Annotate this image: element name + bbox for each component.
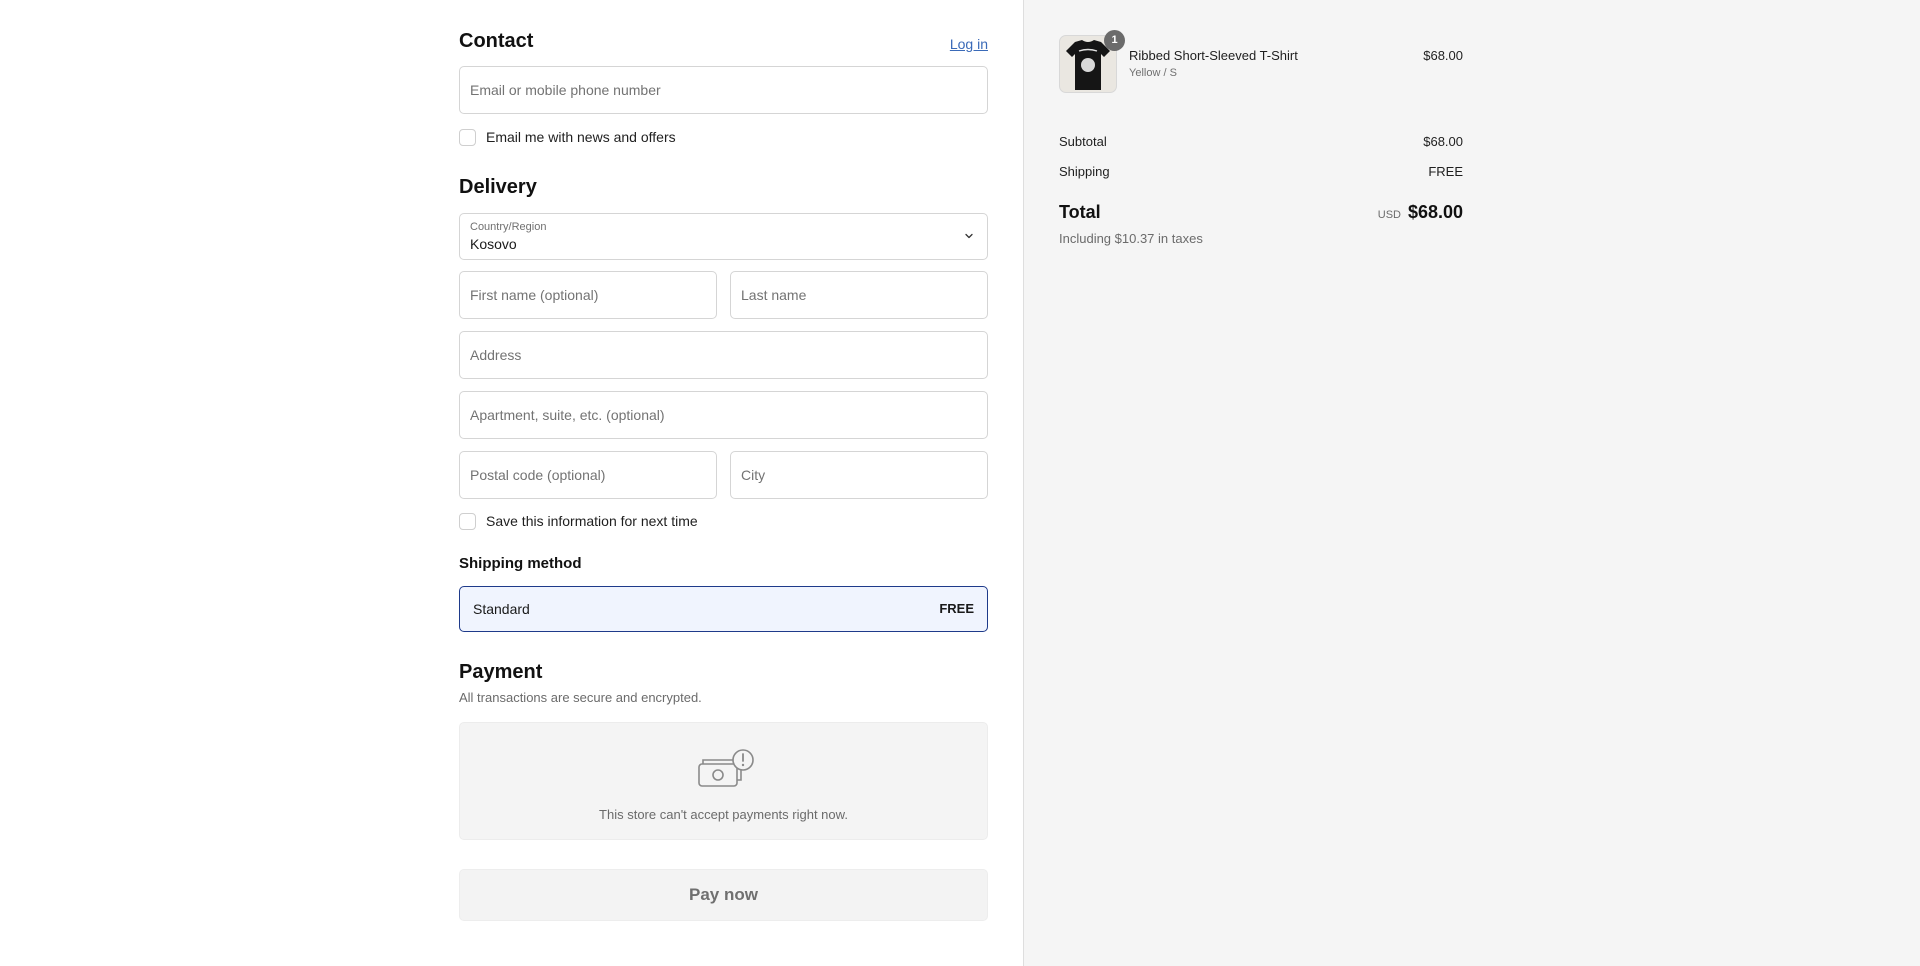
news-offers-checkbox[interactable]	[459, 128, 476, 146]
country-select[interactable]: Country/Region Kosovo	[459, 213, 988, 260]
tshirt-image	[1066, 40, 1110, 90]
checkout-form-pane: Contact Log in Email me with news and of…	[0, 0, 1023, 966]
save-info-label: Save this information for next time	[486, 513, 698, 529]
shipping-option-standard[interactable]: Standard FREE	[459, 586, 988, 632]
shipping-value: FREE	[1428, 164, 1463, 179]
pay-now-button[interactable]: Pay now	[459, 869, 988, 921]
news-offers-label: Email me with news and offers	[486, 129, 676, 145]
contact-title: Contact	[459, 30, 534, 52]
contact-header: Contact Log in	[459, 30, 988, 56]
shipping-label: Shipping	[1059, 164, 1110, 179]
first-name-field[interactable]	[459, 271, 717, 319]
item-name: Ribbed Short-Sleeved T-Shirt	[1129, 48, 1298, 63]
cash-warning-icon	[698, 749, 754, 787]
news-offers-row[interactable]: Email me with news and offers	[459, 127, 676, 147]
total-value: $68.00	[1407, 202, 1463, 222]
product-thumbnail: 1	[1059, 30, 1125, 93]
postal-code-field[interactable]	[459, 451, 717, 499]
city-field[interactable]	[730, 451, 988, 499]
shipping-option-price: FREE	[939, 601, 974, 616]
country-value: Kosovo	[470, 236, 517, 252]
payment-unavailable-message: This store can't accept payments right n…	[599, 807, 848, 822]
total-label: Total	[1059, 202, 1101, 222]
login-link[interactable]: Log in	[950, 36, 988, 52]
delivery-title: Delivery	[459, 176, 537, 198]
quantity-badge: 1	[1104, 30, 1125, 51]
order-summary-pane: 1 Ribbed Short-Sleeved T-Shirt Yellow / …	[1023, 0, 1920, 966]
payment-title: Payment	[459, 661, 543, 683]
payment-subtitle: All transactions are secure and encrypte…	[459, 690, 702, 705]
tax-note: Including $10.37 in taxes	[1059, 231, 1203, 246]
address-field[interactable]	[459, 331, 988, 379]
shipping-method-title: Shipping method	[459, 555, 582, 572]
subtotal-value: $68.00	[1423, 134, 1463, 149]
save-info-checkbox[interactable]	[459, 512, 476, 530]
email-field[interactable]	[459, 66, 988, 114]
country-label: Country/Region	[470, 221, 547, 233]
shipping-option-name: Standard	[473, 601, 530, 617]
total-currency: USD	[1377, 209, 1401, 221]
chevron-down-icon	[965, 233, 973, 239]
item-price: $68.00	[1423, 48, 1463, 63]
subtotal-label: Subtotal	[1059, 134, 1107, 149]
apartment-field[interactable]	[459, 391, 988, 439]
item-variant: Yellow / S	[1129, 67, 1177, 79]
last-name-field[interactable]	[730, 271, 988, 319]
payment-unavailable-box: This store can't accept payments right n…	[459, 722, 988, 840]
save-info-row[interactable]: Save this information for next time	[459, 511, 698, 531]
